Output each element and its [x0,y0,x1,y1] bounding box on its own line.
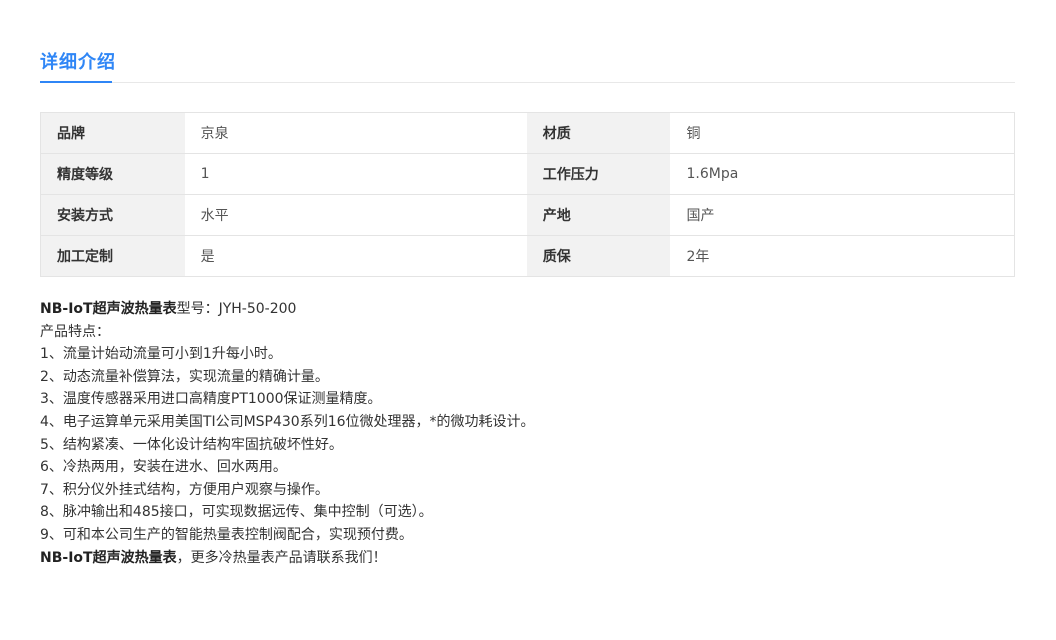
spec-value: 京泉 [184,112,527,154]
feature-item: 6、冷热两用，安装在进水、回水两用。 [40,459,287,476]
spec-row: 安装方式 水平 产地 国产 [40,194,1015,236]
spec-value: 水平 [184,194,527,236]
spec-key: 精度等级 [40,153,185,195]
feature-item: 7、积分仪外挂式结构，方便用户观察与操作。 [40,481,329,498]
model-number: 型号：JYH-50-200 [176,301,297,317]
model-line: NB-IoT超声波热量表型号：JYH-50-200 [40,298,1015,321]
spec-key: 加工定制 [40,235,185,277]
closing-line: NB-IoT超声波热量表，更多冷热量表产品请联系我们！ [40,547,1015,570]
section-title-underline [40,81,112,83]
spec-value: 是 [184,235,527,277]
model-product-name: NB-IoT超声波热量表 [40,301,177,317]
spec-row: 加工定制 是 质保 2年 [40,235,1015,277]
detail-section: 详细介绍 品牌 京泉 材质 铜 精度等级 1 工作压力 1.6Mpa 安装方式 … [40,0,1015,566]
features-heading: 产品特点： [40,323,110,340]
section-header: 详细介绍 [40,0,1015,83]
spec-key: 工作压力 [526,153,671,195]
spec-row: 精度等级 1 工作压力 1.6Mpa [40,153,1015,195]
spec-key: 产地 [526,194,671,236]
feature-item: 4、电子运算单元采用美国TI公司MSP430系列16位微处理器，*的微功耗设计。 [40,413,535,430]
spec-value: 国产 [670,194,1015,236]
section-title: 详细介绍 [40,52,116,73]
feature-item: 5、结构紧凑、一体化设计结构牢固抗破坏性好。 [40,436,343,453]
product-description: NB-IoT超声波热量表型号：JYH-50-200 产品特点： 1、流量计始动流… [40,298,1015,569]
spec-table: 品牌 京泉 材质 铜 精度等级 1 工作压力 1.6Mpa 安装方式 水平 产地… [40,112,1015,277]
spec-value: 2年 [670,235,1015,277]
spec-key: 安装方式 [40,194,185,236]
feature-item: 8、脉冲输出和485接口，可实现数据远传、集中控制（可选）。 [40,504,433,521]
spec-value: 1 [184,153,527,195]
closing-product-name: NB-IoT超声波热量表 [40,549,177,566]
closing-text: ，更多冷热量表产品请联系我们！ [176,549,387,566]
spec-key: 材质 [526,112,671,154]
spec-key: 质保 [526,235,671,277]
feature-item: 9、可和本公司生产的智能热量表控制阀配合，实现预付费。 [40,526,413,543]
feature-item: 1、流量计始动流量可小到1升每小时。 [40,346,282,363]
spec-value: 铜 [670,112,1015,154]
feature-item: 3、温度传感器采用进口高精度PT1000保证测量精度。 [40,391,382,408]
spec-key: 品牌 [40,112,185,154]
spec-value: 1.6Mpa [670,153,1015,195]
spec-row: 品牌 京泉 材质 铜 [40,112,1015,154]
feature-item: 2、动态流量补偿算法，实现流量的精确计量。 [40,368,329,385]
